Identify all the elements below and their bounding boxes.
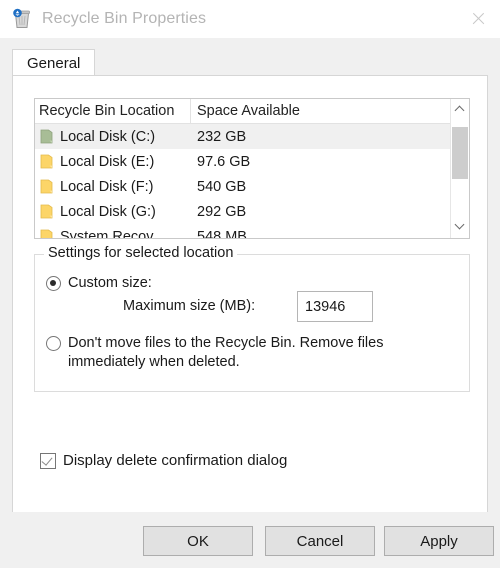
display-confirmation-checkbox[interactable] — [40, 452, 56, 469]
row-space-label: 540 GB — [197, 178, 247, 195]
row-space-label: 292 GB — [197, 203, 247, 220]
folder-icon — [40, 229, 53, 238]
no-recycle-label: Don't move files to the Recycle Bin. Rem… — [68, 335, 384, 370]
recycle-bin-icon — [11, 8, 33, 30]
table-row[interactable]: Local Disk (E:) 97.6 GB — [35, 149, 450, 174]
tab-panel-general: Recycle Bin Location Space Available Loc… — [12, 75, 488, 550]
list-main: Recycle Bin Location Space Available Loc… — [35, 99, 450, 238]
tab-general[interactable]: General — [12, 49, 96, 76]
custom-size-radio[interactable] — [46, 276, 61, 291]
scrollbar-thumb[interactable] — [452, 127, 468, 179]
folder-icon — [40, 204, 53, 219]
row-location-label: Local Disk (F:) — [60, 178, 154, 195]
table-row[interactable]: Local Disk (G:) 292 GB — [35, 199, 450, 224]
scrollbar-track[interactable] — [451, 121, 469, 216]
list-header: Recycle Bin Location Space Available — [35, 99, 450, 124]
table-row[interactable]: Local Disk (F:) 540 GB — [35, 174, 450, 199]
row-space-label: 232 GB — [197, 128, 247, 145]
tab-strip: General — [12, 49, 96, 76]
row-location-cell: Local Disk (G:) — [35, 204, 191, 220]
folder-icon — [40, 129, 53, 144]
title-bar: Recycle Bin Properties — [0, 0, 500, 38]
no-recycle-radio[interactable] — [46, 336, 61, 351]
table-row[interactable]: System Recov 548 MB — [35, 224, 450, 238]
display-confirmation-label: Display delete confirmation dialog — [63, 452, 288, 469]
row-location-label: Local Disk (G:) — [60, 203, 156, 220]
no-recycle-radio-row[interactable]: Don't move files to the Recycle Bin. Rem… — [46, 334, 446, 372]
tab-general-label: General — [27, 54, 81, 72]
window-title: Recycle Bin Properties — [42, 10, 207, 27]
display-confirmation-row[interactable]: Display delete confirmation dialog — [40, 452, 287, 469]
custom-size-radio-row[interactable]: Custom size: — [46, 274, 152, 293]
row-location-label: System Recov — [60, 228, 154, 239]
recycle-bin-location-list[interactable]: Recycle Bin Location Space Available Loc… — [34, 98, 470, 239]
row-location-label: Local Disk (E:) — [60, 153, 155, 170]
close-icon — [471, 12, 485, 26]
folder-icon — [40, 179, 53, 194]
row-location-cell: Local Disk (C:) — [35, 129, 191, 145]
row-location-cell: Local Disk (F:) — [35, 179, 191, 195]
cancel-button[interactable]: Cancel — [265, 526, 375, 556]
recycle-bin-properties-dialog: Recycle Bin Properties General Recycle B… — [0, 0, 500, 568]
maximum-size-label: Maximum size (MB): — [123, 298, 256, 314]
list-rows: Local Disk (C:) 232 GB Local Disk (E:) 9… — [35, 124, 450, 238]
row-location-label: Local Disk (C:) — [60, 128, 156, 145]
row-location-cell: System Recov — [35, 228, 191, 239]
column-header-location[interactable]: Recycle Bin Location — [35, 99, 191, 123]
close-button[interactable] — [455, 0, 500, 38]
row-location-cell: Local Disk (E:) — [35, 154, 191, 170]
dialog-body: General Recycle Bin Location Space Avail… — [0, 38, 500, 568]
scroll-up-button[interactable] — [451, 99, 469, 121]
apply-button[interactable]: Apply — [384, 526, 494, 556]
folder-icon — [40, 154, 53, 169]
row-space-label: 548 MB — [197, 228, 247, 239]
settings-group: Settings for selected location Custom si… — [34, 245, 470, 392]
chevron-down-icon — [456, 223, 464, 231]
list-scrollbar[interactable] — [450, 99, 469, 238]
maximum-size-input[interactable] — [297, 291, 373, 322]
settings-group-title: Settings for selected location — [44, 245, 238, 261]
chevron-up-icon — [456, 106, 464, 114]
table-row[interactable]: Local Disk (C:) 232 GB — [35, 124, 450, 149]
custom-size-label: Custom size: — [68, 275, 152, 291]
dialog-footer: OK Cancel Apply — [0, 512, 500, 568]
ok-button[interactable]: OK — [143, 526, 253, 556]
scroll-down-button[interactable] — [451, 216, 469, 238]
row-space-label: 97.6 GB — [197, 153, 251, 170]
column-header-space[interactable]: Space Available — [191, 99, 450, 123]
